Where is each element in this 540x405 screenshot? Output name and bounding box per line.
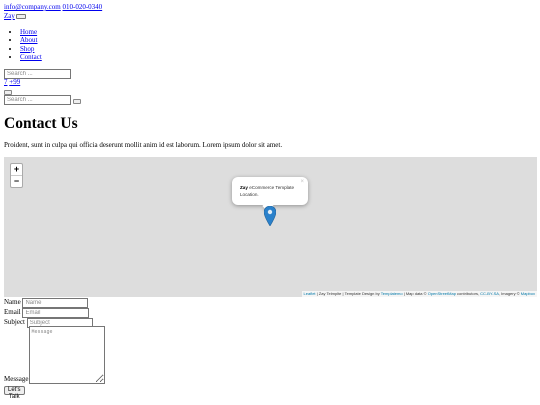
- zoom-in-button[interactable]: +: [11, 164, 22, 175]
- nav-item-home: Home: [20, 28, 42, 36]
- page-lead: Proident, sunt in culpa qui officia dese…: [4, 141, 283, 149]
- attribution-leaflet-link[interactable]: Leaflet: [304, 291, 316, 296]
- nav-link-home[interactable]: Home: [20, 28, 37, 36]
- message-label: Message: [4, 375, 29, 383]
- popup-close-icon[interactable]: ×: [300, 179, 304, 185]
- subject-label: Subject: [4, 318, 25, 326]
- user-count-link[interactable]: +99: [9, 78, 20, 86]
- header-icons: 7 +99: [4, 78, 20, 86]
- modal-search: [4, 95, 81, 105]
- map[interactable]: + − × Zay eCommerce Template Location. L…: [4, 157, 537, 297]
- attribution-mapbox-link[interactable]: Mapbox: [521, 291, 535, 296]
- zoom-control: + −: [10, 163, 23, 188]
- message-field[interactable]: [28, 326, 105, 384]
- attribution-license-link[interactable]: CC-BY-SA: [480, 291, 499, 296]
- attribution-text-4: , Imagery ©: [498, 291, 521, 296]
- attribution-text-1: | Zay Telmplte | Template Design by: [315, 291, 381, 296]
- zoom-out-button[interactable]: −: [11, 175, 22, 187]
- nav-item-contact: Contact: [20, 53, 42, 61]
- popup-text: eCommerce Template Location.: [240, 185, 295, 197]
- submit-button[interactable]: Let's Talk: [4, 386, 25, 400]
- top-contact-bar: info@company.com 010-020-0340: [4, 3, 102, 11]
- nav-link-shop[interactable]: Shop: [20, 45, 34, 53]
- page-title: Contact Us: [4, 115, 78, 132]
- nav-link-about[interactable]: About: [20, 36, 38, 44]
- attribution-text-3: contributors,: [455, 291, 481, 296]
- brand-bar: Zay: [4, 12, 26, 20]
- nav-item-shop: Shop: [20, 45, 42, 53]
- name-label: Name: [4, 298, 21, 306]
- brand-logo-link[interactable]: Zay: [4, 12, 15, 20]
- cart-count-link[interactable]: 7: [4, 78, 8, 86]
- attribution-text-2: | Map data ©: [402, 291, 428, 296]
- attribution-osm-link[interactable]: OpenStreetMap: [428, 291, 456, 296]
- popup-title: Zay: [240, 185, 248, 190]
- map-popup: × Zay eCommerce Template Location.: [232, 177, 308, 212]
- nav-link-contact[interactable]: Contact: [20, 53, 42, 61]
- email-label: Email: [4, 308, 21, 316]
- phone-link[interactable]: 010-020-0340: [62, 3, 102, 11]
- nav-item-about: About: [20, 36, 42, 44]
- map-marker-icon[interactable]: [264, 206, 276, 226]
- message-row: Message: [4, 326, 105, 384]
- attribution-templatemo-link[interactable]: Templatemo: [381, 291, 403, 296]
- nav-toggle-button[interactable]: [15, 13, 26, 19]
- map-attribution: Leaflet | Zay Telmplte | Template Design…: [301, 291, 537, 297]
- modal-search-input[interactable]: [4, 95, 71, 105]
- email-link[interactable]: info@company.com: [4, 3, 61, 11]
- main-nav: Home About Shop Contact: [20, 28, 42, 61]
- search-submit-button[interactable]: [73, 99, 81, 104]
